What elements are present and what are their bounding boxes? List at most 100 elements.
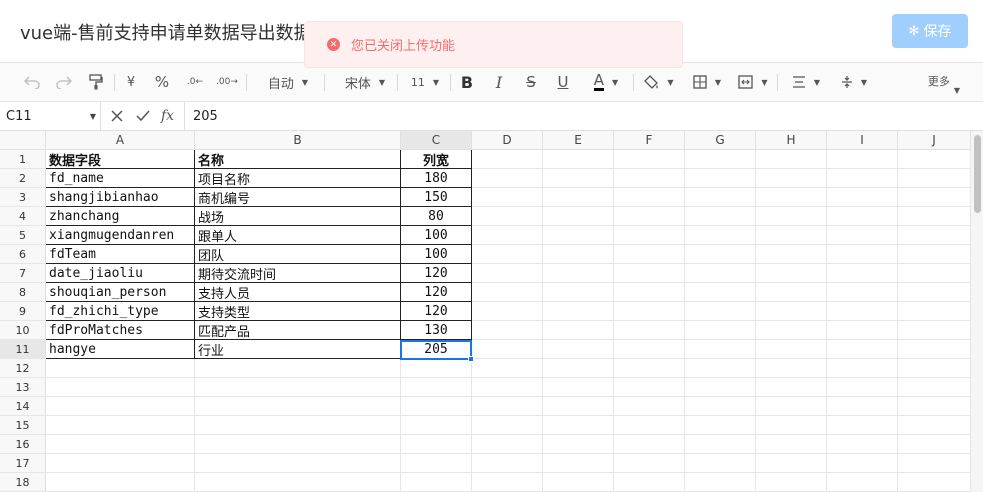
cell-e1[interactable] xyxy=(543,150,614,169)
close-icon[interactable] xyxy=(111,102,123,130)
cell-a9[interactable]: fd_zhichi_type xyxy=(46,302,195,321)
cell-i18[interactable] xyxy=(827,473,898,492)
strikethrough-button[interactable]: S xyxy=(521,63,541,101)
cell-c12[interactable] xyxy=(401,359,472,378)
cell-e6[interactable] xyxy=(543,245,614,264)
cell-a17[interactable] xyxy=(46,454,195,473)
cell-i5[interactable] xyxy=(827,226,898,245)
cell-i15[interactable] xyxy=(827,416,898,435)
cell-c10[interactable]: 130 xyxy=(401,321,472,340)
cell-f6[interactable] xyxy=(614,245,685,264)
cell-d12[interactable] xyxy=(472,359,543,378)
row-header-12[interactable]: 12 xyxy=(0,359,46,378)
cell-a14[interactable] xyxy=(46,397,195,416)
cell-g7[interactable] xyxy=(685,264,756,283)
cell-h5[interactable] xyxy=(756,226,827,245)
cell-a7[interactable]: date_jiaoliu xyxy=(46,264,195,283)
font-size-select[interactable]: 11 ▼ xyxy=(404,63,446,101)
cell-h12[interactable] xyxy=(756,359,827,378)
cell-g14[interactable] xyxy=(685,397,756,416)
cell-f15[interactable] xyxy=(614,416,685,435)
cell-d11[interactable] xyxy=(472,340,543,359)
redo-icon[interactable] xyxy=(52,63,76,101)
cell-f11[interactable] xyxy=(614,340,685,359)
cell-h1[interactable] xyxy=(756,150,827,169)
column-header-j[interactable]: J xyxy=(898,131,971,150)
cell-a16[interactable] xyxy=(46,435,195,454)
cell-i11[interactable] xyxy=(827,340,898,359)
cell-d2[interactable] xyxy=(472,169,543,188)
cell-a4[interactable]: zhanchang xyxy=(46,207,195,226)
row-header-14[interactable]: 14 xyxy=(0,397,46,416)
column-header-h[interactable]: H xyxy=(756,131,827,150)
cell-f5[interactable] xyxy=(614,226,685,245)
cell-d14[interactable] xyxy=(472,397,543,416)
column-header-e[interactable]: E xyxy=(543,131,614,150)
cell-f8[interactable] xyxy=(614,283,685,302)
function-icon[interactable]: fx xyxy=(161,102,174,130)
underline-button[interactable]: U xyxy=(553,63,573,101)
font-family-select[interactable]: 宋体 ▼ xyxy=(336,63,394,101)
row-header-7[interactable]: 7 xyxy=(0,264,46,283)
fill-color-button[interactable]: ▼ xyxy=(640,63,678,101)
cell-j10[interactable] xyxy=(898,321,971,340)
cell-e8[interactable] xyxy=(543,283,614,302)
cell-i2[interactable] xyxy=(827,169,898,188)
cell-i17[interactable] xyxy=(827,454,898,473)
cell-b15[interactable] xyxy=(195,416,401,435)
column-header-d[interactable]: D xyxy=(472,131,543,150)
cell-i9[interactable] xyxy=(827,302,898,321)
cell-c16[interactable] xyxy=(401,435,472,454)
cell-i6[interactable] xyxy=(827,245,898,264)
cell-c17[interactable] xyxy=(401,454,472,473)
cell-g6[interactable] xyxy=(685,245,756,264)
cell-j11[interactable] xyxy=(898,340,971,359)
cell-f4[interactable] xyxy=(614,207,685,226)
cell-i16[interactable] xyxy=(827,435,898,454)
column-header-g[interactable]: G xyxy=(685,131,756,150)
cell-a13[interactable] xyxy=(46,378,195,397)
scrollbar-thumb[interactable] xyxy=(974,135,981,213)
cell-g5[interactable] xyxy=(685,226,756,245)
cell-f12[interactable] xyxy=(614,359,685,378)
cell-e10[interactable] xyxy=(543,321,614,340)
cell-e12[interactable] xyxy=(543,359,614,378)
cell-a5[interactable]: xiangmugendanren xyxy=(46,226,195,245)
cell-b14[interactable] xyxy=(195,397,401,416)
cell-g9[interactable] xyxy=(685,302,756,321)
horizontal-align-button[interactable]: ▼ xyxy=(786,63,826,101)
cell-d4[interactable] xyxy=(472,207,543,226)
row-header-2[interactable]: 2 xyxy=(0,169,46,188)
cell-b5[interactable]: 跟单人 xyxy=(195,226,401,245)
cell-j6[interactable] xyxy=(898,245,971,264)
cell-g1[interactable] xyxy=(685,150,756,169)
cell-e15[interactable] xyxy=(543,416,614,435)
cell-b6[interactable]: 团队 xyxy=(195,245,401,264)
cell-b1[interactable]: 名称 xyxy=(195,150,401,169)
cell-g12[interactable] xyxy=(685,359,756,378)
select-all-corner[interactable] xyxy=(0,131,46,150)
border-button[interactable]: ▼ xyxy=(688,63,726,101)
cell-e13[interactable] xyxy=(543,378,614,397)
cell-j1[interactable] xyxy=(898,150,971,169)
row-header-15[interactable]: 15 xyxy=(0,416,46,435)
cell-j9[interactable] xyxy=(898,302,971,321)
cell-b18[interactable] xyxy=(195,473,401,492)
cell-d5[interactable] xyxy=(472,226,543,245)
cell-e11[interactable] xyxy=(543,340,614,359)
cell-b13[interactable] xyxy=(195,378,401,397)
row-header-17[interactable]: 17 xyxy=(0,454,46,473)
cell-d6[interactable] xyxy=(472,245,543,264)
save-button[interactable]: ✻ 保存 xyxy=(892,14,968,48)
cell-f7[interactable] xyxy=(614,264,685,283)
cell-i8[interactable] xyxy=(827,283,898,302)
cell-b2[interactable]: 项目名称 xyxy=(195,169,401,188)
cell-f17[interactable] xyxy=(614,454,685,473)
cell-d8[interactable] xyxy=(472,283,543,302)
fill-handle[interactable] xyxy=(468,356,474,362)
cell-g11[interactable] xyxy=(685,340,756,359)
cell-g8[interactable] xyxy=(685,283,756,302)
cell-e14[interactable] xyxy=(543,397,614,416)
cell-f13[interactable] xyxy=(614,378,685,397)
cell-d17[interactable] xyxy=(472,454,543,473)
